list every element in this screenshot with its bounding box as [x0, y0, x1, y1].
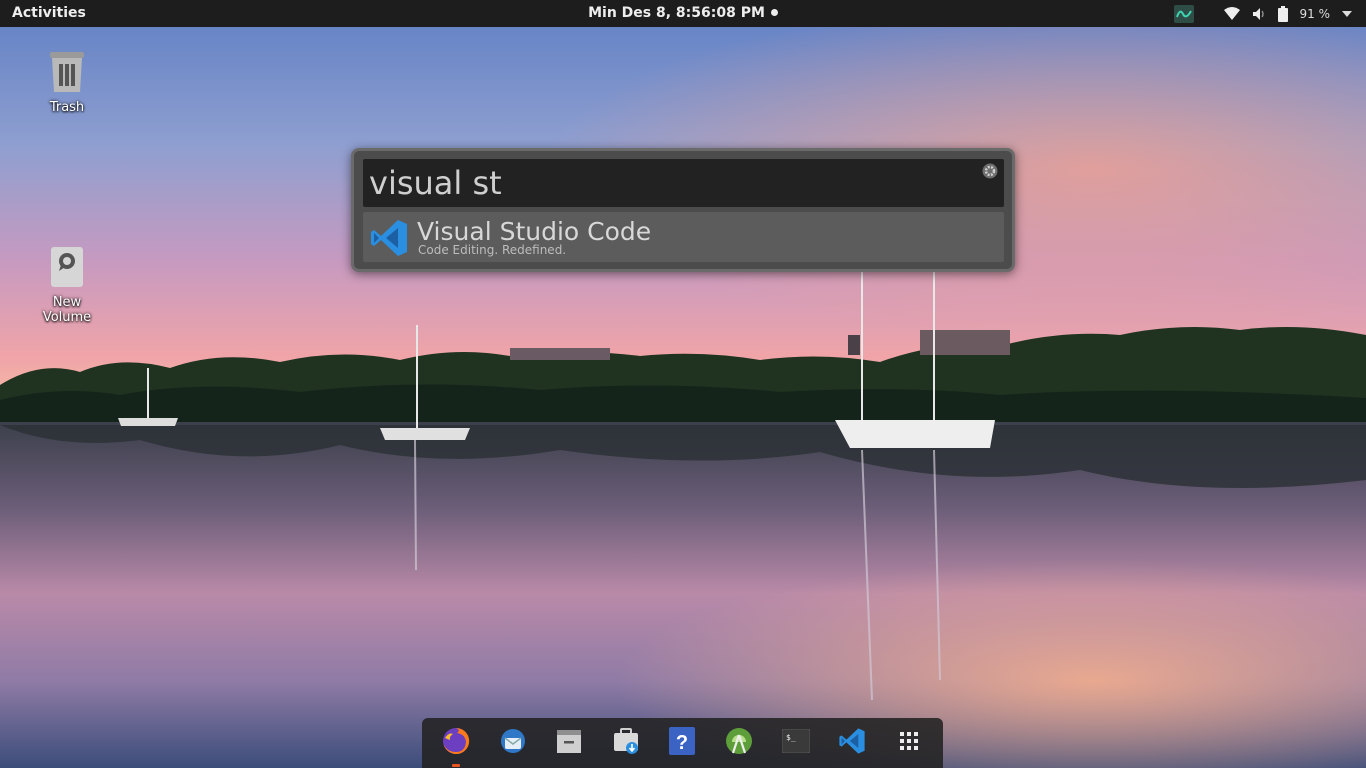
app-grid-icon [899, 731, 919, 755]
svg-text:?: ? [676, 732, 688, 754]
files-icon [555, 727, 583, 759]
dock-item-thunderbird[interactable] [493, 723, 533, 763]
android-studio-icon [724, 726, 754, 760]
dock-item-terminal[interactable]: $_ [776, 723, 816, 763]
launcher-search-input[interactable] [369, 164, 969, 202]
running-indicator [452, 764, 461, 767]
thunderbird-icon [498, 726, 528, 760]
chevron-down-icon[interactable] [1342, 10, 1352, 17]
desktop-icon-label: Trash [49, 100, 85, 115]
volume-icon[interactable] [1252, 7, 1266, 21]
drive-icon [47, 245, 87, 291]
top-bar: Activities Min Des 8, 8:56:08 PM 91 % [0, 0, 1366, 27]
activities-button[interactable]: Activities [12, 5, 86, 21]
vscode-icon [838, 727, 866, 759]
desktop-icon-label: New Volume [42, 295, 92, 325]
system-tray[interactable]: 91 % [1173, 0, 1352, 27]
desktop-icon-trash[interactable]: Trash [27, 50, 107, 115]
app-indicator-icon[interactable] [1173, 4, 1194, 23]
dock-item-software[interactable] [606, 723, 646, 763]
gear-icon[interactable] [982, 163, 998, 179]
launcher-result-item[interactable]: Visual Studio Code Code Editing. Redefin… [363, 212, 1004, 262]
wifi-icon[interactable] [1223, 6, 1240, 21]
terminal-icon: $_ [781, 728, 811, 757]
svg-text:$_: $_ [786, 733, 796, 742]
software-center-icon [611, 726, 641, 760]
dock-item-vscode[interactable] [832, 723, 872, 763]
battery-icon[interactable] [1277, 5, 1288, 22]
dock-item-help[interactable]: ? [662, 723, 702, 763]
dock-item-files[interactable] [549, 723, 589, 763]
dock-item-app-grid[interactable] [889, 723, 929, 763]
trash-icon [47, 50, 87, 96]
result-title: Visual Studio Code [417, 217, 652, 246]
app-launcher: Visual Studio Code Code Editing. Redefin… [351, 148, 1015, 272]
desktop-icon-new-volume[interactable]: New Volume [27, 245, 107, 325]
desktop-wallpaper [0, 0, 1366, 768]
clock-button[interactable] [600, 0, 780, 27]
result-description: Code Editing. Redefined. [418, 243, 567, 257]
dock: ? $_ [422, 718, 943, 768]
firefox-icon [441, 726, 471, 760]
dock-item-android-studio[interactable] [719, 723, 759, 763]
vscode-icon [369, 218, 409, 258]
help-icon: ? [669, 727, 696, 759]
launcher-search-box [363, 159, 1004, 207]
battery-percentage: 91 % [1299, 6, 1331, 21]
dock-item-firefox[interactable] [436, 723, 476, 767]
